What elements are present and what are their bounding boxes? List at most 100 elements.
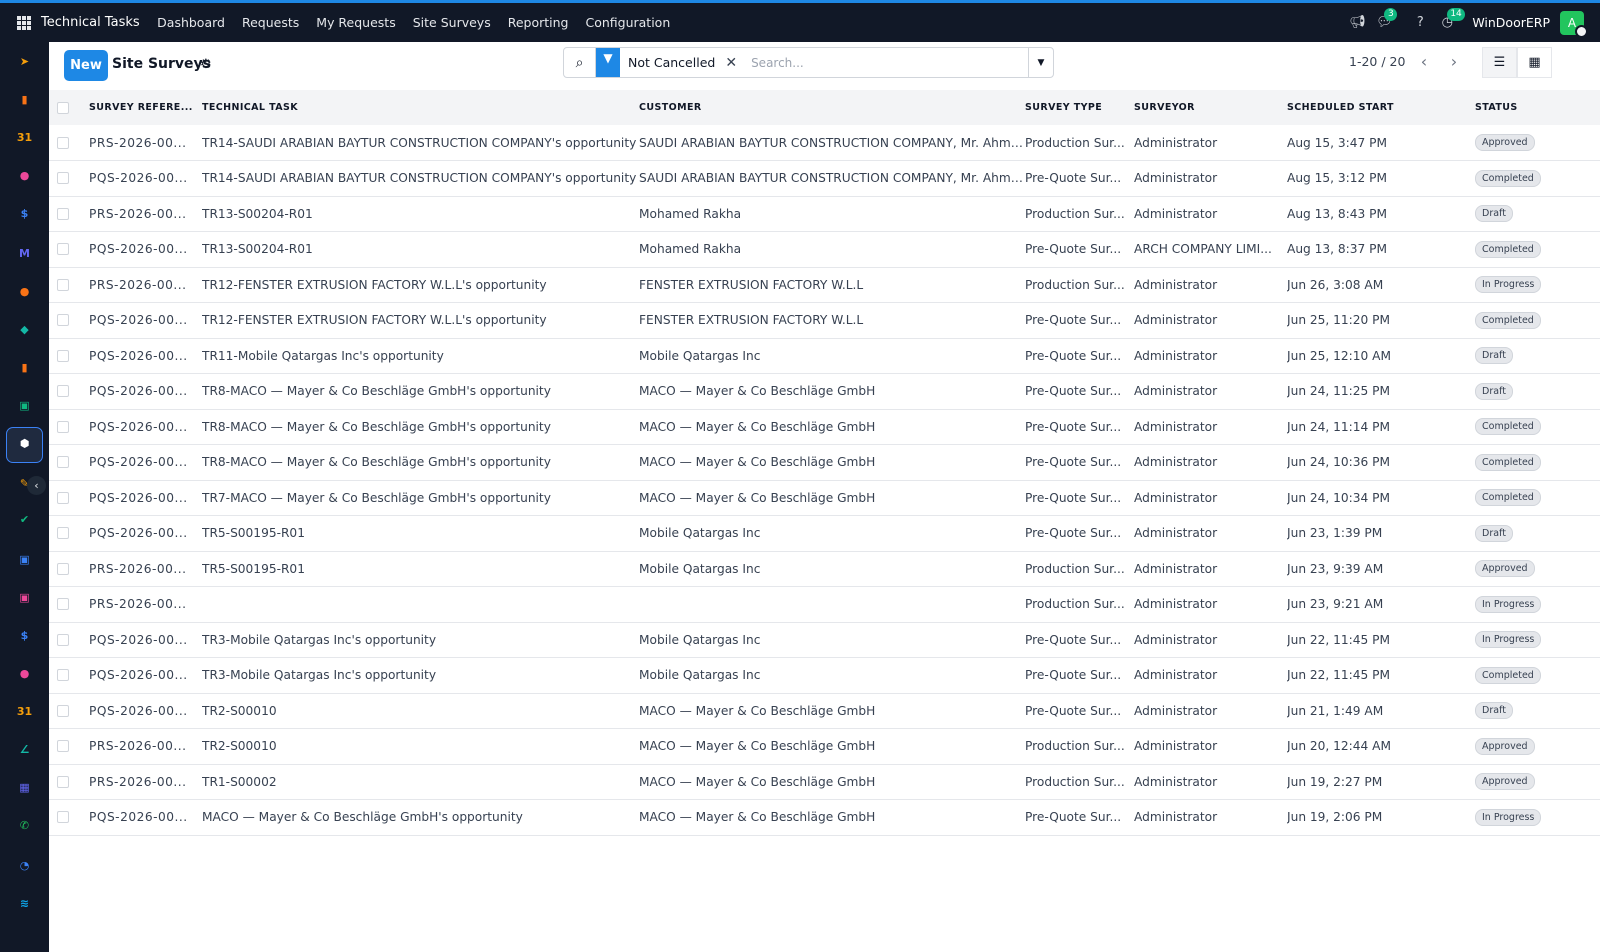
row-checkbox[interactable] xyxy=(57,420,69,433)
menu-item-configuration[interactable]: Configuration xyxy=(577,15,679,30)
company-switcher[interactable]: WinDoorERP xyxy=(1472,15,1550,30)
chat-bubble-icon[interactable]: ● xyxy=(15,282,34,301)
app-name[interactable]: Technical Tasks xyxy=(41,15,140,30)
list-view-icon[interactable]: ☰ xyxy=(1482,47,1517,78)
table-row[interactable]: PQS-2026-00... TR3-Mobile Qatargas Inc's … xyxy=(49,622,1600,658)
menu-item-reporting[interactable]: Reporting xyxy=(499,15,577,30)
table-row[interactable]: PQS-2026-00... TR2-S00010 MACO — Mayer & C… xyxy=(49,693,1600,729)
column-header-technical-task[interactable]: TECHNICAL TASK xyxy=(202,90,639,125)
team-icon[interactable]: ● xyxy=(15,166,34,185)
column-header-status[interactable]: STATUS xyxy=(1475,90,1600,125)
table-row[interactable]: PQS-2026-00... TR14-SAUDI ARABIAN BAYTUR … xyxy=(49,161,1600,196)
column-header-survey-type[interactable]: SURVEY TYPE xyxy=(1025,90,1134,125)
cell-status: Approved xyxy=(1475,764,1600,800)
table-row[interactable]: PQS-2026-00... TR13-S00204-R01 Mohamed Rak… xyxy=(49,232,1600,267)
table-row[interactable]: PQS-2026-00... TR12-FENSTER EXTRUSION FAC… xyxy=(49,303,1600,338)
pager-previous-icon[interactable]: ‹ xyxy=(1413,51,1435,71)
table-row[interactable]: PRS-2026-00... TR13-S00204-R01 Mohamed Rak… xyxy=(49,196,1600,232)
menu-item-my-requests[interactable]: My Requests xyxy=(308,15,404,30)
calendar-alt-icon[interactable]: 31 xyxy=(15,702,34,721)
checkmark-icon[interactable]: ✔ xyxy=(15,510,34,529)
calendar-icon[interactable]: 31 xyxy=(15,128,34,147)
table-row[interactable]: PRS-2026-00... TR14-SAUDI ARABIAN BAYTUR … xyxy=(49,125,1600,161)
dollar-icon[interactable]: $ xyxy=(15,204,34,223)
table-row[interactable]: PRS-2026-00... TR12-FENSTER EXTRUSION FAC… xyxy=(49,267,1600,303)
row-checkbox[interactable] xyxy=(57,669,69,682)
new-button[interactable]: New xyxy=(64,50,108,81)
table-row[interactable]: PRS-2026-00... Production Sur... Administr… xyxy=(49,587,1600,622)
mail-icon[interactable]: M xyxy=(15,244,34,263)
column-header-survey-reference[interactable]: SURVEY REFERE... xyxy=(89,90,202,125)
app-dock: ➤ ▮ 31 ● $ M ● ◆ ▮ ▣ ⬢ ✎ ✔ ▣ ▣ $ ● 31 ∠ ▦ ✆ ◔ ≋ ‹ xyxy=(0,42,49,952)
row-checkbox[interactable] xyxy=(57,704,69,717)
clock-icon[interactable]: ◷ 14 xyxy=(1438,7,1465,32)
menu-item-dashboard[interactable]: Dashboard xyxy=(149,15,234,30)
box-icon[interactable]: ▣ xyxy=(15,588,34,607)
row-checkbox[interactable] xyxy=(57,172,69,185)
menu-item-requests[interactable]: Requests xyxy=(233,15,307,30)
help-icon[interactable]: ? xyxy=(1411,14,1429,32)
table-row[interactable]: PQS-2026-00... TR7-MACO — Mayer & Co Besc… xyxy=(49,480,1600,516)
row-checkbox[interactable] xyxy=(57,136,69,149)
employees-icon[interactable]: ● xyxy=(15,664,34,683)
remove-facet-icon[interactable]: ✕ xyxy=(725,55,737,71)
paper-plane-icon[interactable]: ➤ xyxy=(15,52,34,71)
contacts-icon[interactable]: ▣ xyxy=(15,396,34,415)
row-checkbox[interactable] xyxy=(57,491,69,504)
row-checkbox[interactable] xyxy=(57,740,69,753)
row-checkbox[interactable] xyxy=(57,456,69,469)
row-checkbox[interactable] xyxy=(57,207,69,220)
column-header-customer[interactable]: CUSTOMER xyxy=(639,90,1025,125)
reports-icon[interactable]: ▮ xyxy=(15,358,34,377)
row-checkbox[interactable] xyxy=(57,314,69,327)
megaphone-icon[interactable]: ◆ xyxy=(15,320,34,339)
column-header-scheduled-start[interactable]: SCHEDULED START xyxy=(1287,90,1475,125)
row-checkbox[interactable] xyxy=(57,278,69,291)
row-checkbox[interactable] xyxy=(57,598,69,611)
row-checkbox[interactable] xyxy=(57,527,69,540)
table-row[interactable]: PRS-2026-00... TR5-S00195-R01 Mobile Qatar… xyxy=(49,551,1600,587)
monitor-icon[interactable]: ▣ xyxy=(15,550,34,569)
invoice-icon[interactable]: $ xyxy=(15,626,34,645)
gear-icon[interactable]: ⚙︎ xyxy=(200,57,212,72)
row-checkbox[interactable] xyxy=(57,775,69,788)
row-checkbox[interactable] xyxy=(57,243,69,256)
table-row[interactable]: PQS-2026-00... MACO — Mayer & Co Beschläg… xyxy=(49,800,1600,835)
select-all-checkbox[interactable] xyxy=(57,101,69,114)
status-badge: Completed xyxy=(1475,489,1541,507)
cube-icon[interactable]: ⬢ xyxy=(15,434,34,453)
apps-menu-icon[interactable] xyxy=(17,15,31,30)
table-row[interactable]: PRS-2026-00... TR2-S00010 MACO — Mayer & C… xyxy=(49,729,1600,764)
dashboard-icon[interactable]: ▦ xyxy=(15,778,34,797)
row-checkbox[interactable] xyxy=(57,385,69,398)
pager-next-icon[interactable]: › xyxy=(1443,51,1465,71)
user-avatar[interactable]: A xyxy=(1560,10,1588,38)
row-checkbox[interactable] xyxy=(57,349,69,362)
table-row[interactable]: PQS-2026-00... TR8-MACO — Mayer & Co Besc… xyxy=(49,374,1600,409)
megaphone-icon[interactable]: 📢︎ xyxy=(1348,14,1366,32)
pager-value[interactable]: 1-20 / 20 xyxy=(1349,54,1405,69)
search-options-toggle-icon[interactable]: ▼ xyxy=(1028,48,1053,77)
row-checkbox[interactable] xyxy=(57,811,69,824)
table-row[interactable]: PQS-2026-00... TR8-MACO — Mayer & Co Besc… xyxy=(49,409,1600,445)
sign-icon[interactable]: ∠ xyxy=(15,740,34,759)
table-row[interactable]: PQS-2026-00... TR5-S00195-R01 Mobile Qatar… xyxy=(49,516,1600,551)
discuss-icon[interactable]: ≋ xyxy=(15,894,34,913)
column-header-surveyor[interactable]: SURVEYOR xyxy=(1134,90,1287,125)
table-row[interactable]: PQS-2026-00... TR11-Mobile Qatargas Inc's… xyxy=(49,338,1600,374)
whatsapp-icon[interactable]: ✆ xyxy=(15,816,34,835)
search-input[interactable] xyxy=(747,49,1028,76)
bar-chart-icon[interactable]: ▮ xyxy=(15,90,34,109)
search-icon[interactable]: ⌕ xyxy=(564,48,596,77)
row-checkbox[interactable] xyxy=(57,562,69,575)
messages-icon[interactable]: 💬︎ 3 xyxy=(1375,7,1398,32)
collapse-dock-icon[interactable]: ‹ xyxy=(27,476,46,495)
table-row[interactable]: PQS-2026-00... TR3-Mobile Qatargas Inc's … xyxy=(49,658,1600,693)
time-off-icon[interactable]: ◔ xyxy=(15,856,34,875)
row-checkbox[interactable] xyxy=(57,633,69,646)
menu-item-site-surveys[interactable]: Site Surveys xyxy=(404,15,499,30)
table-row[interactable]: PRS-2026-00... TR1-S00002 MACO — Mayer & C… xyxy=(49,764,1600,800)
table-row[interactable]: PQS-2026-00... TR8-MACO — Mayer & Co Besc… xyxy=(49,445,1600,480)
calendar-view-icon[interactable]: ▦ xyxy=(1517,47,1552,78)
cell-survey-reference: PQS-2026-00... xyxy=(89,348,188,363)
